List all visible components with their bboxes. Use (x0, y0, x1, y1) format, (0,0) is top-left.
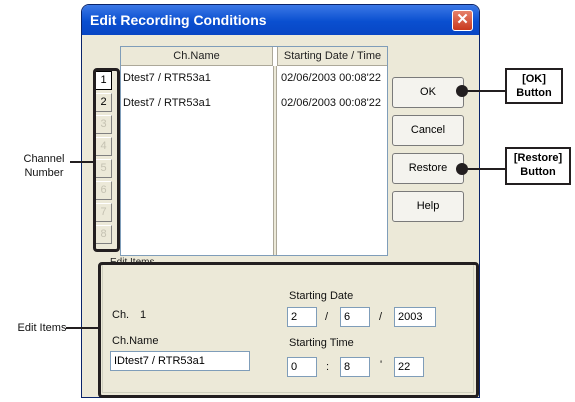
dialog-title: Edit Recording Conditions (82, 5, 479, 35)
ok-button[interactable]: OK (392, 77, 464, 108)
close-icon: ✕ (456, 11, 469, 28)
column-header-ch-name[interactable]: Ch.Name (121, 47, 273, 66)
edit-items-leader (66, 327, 99, 329)
column-header-starting-date-time[interactable]: Starting Date / Time (277, 47, 387, 66)
list-item-name[interactable]: Dtest7 / RTR53a1 (123, 72, 211, 84)
close-button[interactable]: ✕ (452, 10, 473, 31)
ok-leader (466, 90, 506, 92)
edit-items-highlight (98, 262, 479, 398)
column-separator (273, 66, 277, 255)
restore-button-annotation: [Restore] Button (505, 147, 571, 185)
channel-list[interactable]: Ch.Name Starting Date / Time Dtest7 / RT… (120, 46, 388, 256)
restore-leader (466, 168, 506, 170)
channel-number-highlight (93, 68, 120, 252)
list-item-datetime[interactable]: 02/06/2003 00:08'22 (281, 72, 381, 84)
restore-button[interactable]: Restore (392, 153, 464, 184)
help-button[interactable]: Help (392, 191, 464, 222)
ok-button-annotation: [OK] Button (505, 68, 563, 104)
channel-number-annotation: Channel Number (23, 153, 65, 179)
edit-items-annotation: Edit Items (17, 322, 67, 334)
cancel-button[interactable]: Cancel (392, 115, 464, 146)
channel-number-leader (70, 161, 94, 163)
list-item-datetime[interactable]: 02/06/2003 00:08'22 (281, 97, 381, 109)
list-item-name[interactable]: Dtest7 / RTR53a1 (123, 97, 211, 109)
